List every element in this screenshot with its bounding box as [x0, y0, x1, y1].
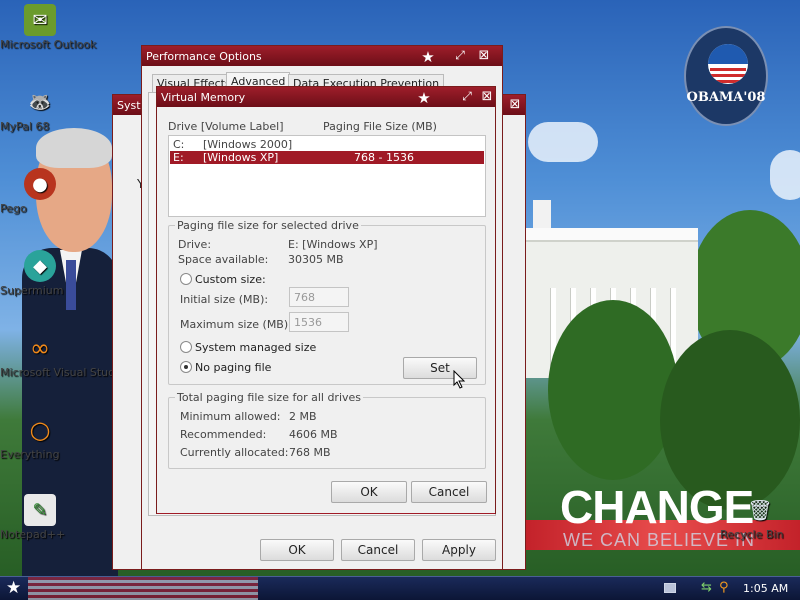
close-icon[interactable]: ⊠	[476, 48, 492, 63]
currently-allocated-label: Currently allocated:	[180, 446, 289, 459]
mouse-cursor-icon	[453, 370, 466, 389]
icon-visual-studio[interactable]: ∞ Microsoft Visual Studio 2008	[0, 332, 156, 379]
flag-decoration	[28, 577, 258, 600]
notepadpp-icon: ✎	[24, 494, 56, 526]
currently-allocated-value: 768 MB	[289, 446, 331, 459]
resize-icon[interactable]: ⤢	[459, 89, 475, 104]
paging-column-header: Paging File Size (MB)	[323, 120, 437, 133]
total-paging-group: Total paging file size for all drives Mi…	[168, 391, 486, 469]
perf-ok-button[interactable]: OK	[260, 539, 334, 561]
perf-cancel-button[interactable]: Cancel	[341, 539, 415, 561]
initial-size-field[interactable]: 768	[289, 287, 349, 307]
vm-title: Virtual Memory	[161, 90, 246, 104]
icon-pego[interactable]: ● Pego	[0, 168, 80, 215]
drive-value: E: [Windows XP]	[288, 238, 378, 251]
space-available-value: 30305 MB	[288, 253, 344, 266]
outlook-icon: ✉	[24, 4, 56, 36]
supermium-icon: ◆	[24, 250, 56, 282]
icon-mypal[interactable]: 🦝 MyPal 68	[0, 86, 80, 134]
divider	[157, 513, 495, 514]
clock[interactable]: 1:05 AM	[743, 582, 788, 595]
drive-list[interactable]: C: [Windows 2000] E: [Windows XP] 768 - …	[168, 135, 486, 217]
maximum-size-field[interactable]: 1536	[289, 312, 349, 332]
vm-ok-button[interactable]: OK	[331, 481, 407, 503]
drive-column-header: Drive [Volume Label]	[168, 120, 284, 133]
recommended-label: Recommended:	[180, 428, 267, 441]
mypal-icon: 🦝	[28, 91, 52, 113]
network-icon[interactable]: ⇆	[701, 580, 712, 595]
icon-recycle-bin[interactable]: 🗑 Recycle Bin	[720, 494, 800, 541]
selected-drive-legend: Paging file size for selected drive	[175, 219, 361, 232]
search-icon[interactable]: ⚲	[719, 580, 729, 595]
star-icon: ★	[421, 48, 435, 66]
taskbar: ★ ⇆ ⚲ 1:05 AM	[0, 576, 800, 600]
virtual-memory-dialog[interactable]: Virtual Memory ★ ⤢ ⊠ Drive [Volume Label…	[156, 86, 496, 514]
recycle-bin-icon: 🗑	[747, 498, 773, 522]
resize-icon[interactable]: ⤢	[452, 48, 468, 63]
icon-supermium[interactable]: ◆ Supermium	[0, 250, 80, 297]
icon-notepadpp[interactable]: ✎ Notepad++	[0, 494, 80, 541]
everything-icon: ○	[29, 416, 51, 444]
vm-titlebar[interactable]: Virtual Memory	[157, 87, 495, 107]
star-icon: ★	[417, 89, 431, 107]
custom-size-radio[interactable]	[180, 273, 192, 285]
perf-titlebar[interactable]: Performance Options	[142, 46, 502, 66]
initial-size-label: Initial size (MB):	[180, 293, 269, 306]
close-icon[interactable]: ⊠	[479, 89, 495, 104]
drive-label: Drive:	[178, 238, 212, 251]
selected-drive-group: Paging file size for selected drive Driv…	[168, 219, 486, 385]
icon-everything[interactable]: ○ Everything	[0, 414, 80, 461]
vm-cancel-button[interactable]: Cancel	[411, 481, 487, 503]
keyboard-icon[interactable]	[664, 583, 676, 593]
visual-studio-icon: ∞	[30, 334, 50, 362]
system-managed-label[interactable]: System managed size	[195, 341, 316, 354]
obama-logo: OBAMA'08	[684, 26, 768, 126]
maximum-size-label: Maximum size (MB):	[180, 318, 292, 331]
close-icon[interactable]: ⊠	[507, 97, 523, 112]
system-managed-radio[interactable]	[180, 341, 192, 353]
no-paging-label[interactable]: No paging file	[195, 361, 271, 374]
drive-row-c[interactable]: C: [Windows 2000]	[170, 138, 484, 151]
minimum-allowed-label: Minimum allowed:	[180, 410, 281, 423]
icon-microsoft-outlook[interactable]: ✉ Microsoft Outlook	[0, 4, 96, 51]
obama-logo-text: OBAMA'08	[686, 90, 766, 105]
total-paging-legend: Total paging file size for all drives	[175, 391, 364, 404]
recommended-value: 4606 MB	[289, 428, 338, 441]
perf-title: Performance Options	[146, 49, 262, 63]
drive-row-e[interactable]: E: [Windows XP] 768 - 1536	[170, 151, 484, 164]
start-button[interactable]: ★	[6, 578, 21, 598]
minimum-allowed-value: 2 MB	[289, 410, 317, 423]
pego-icon: ●	[24, 168, 56, 200]
custom-size-label[interactable]: Custom size:	[195, 273, 266, 286]
no-paging-radio[interactable]	[180, 361, 192, 373]
space-available-label: Space available:	[178, 253, 269, 266]
perf-apply-button[interactable]: Apply	[422, 539, 496, 561]
